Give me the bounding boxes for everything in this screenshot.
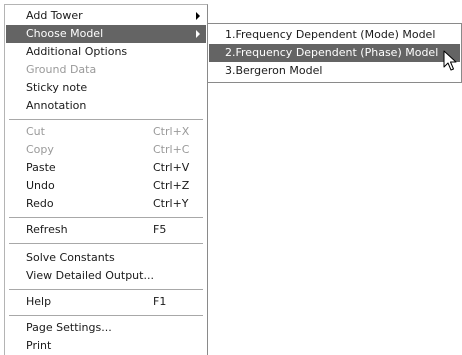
menu-item-undo[interactable]: Undo Ctrl+Z: [6, 177, 206, 195]
menu-item-shortcut: F5: [153, 223, 167, 236]
menu-item-label: Undo: [26, 179, 55, 192]
menu-item-label: Sticky note: [26, 81, 88, 94]
menu-item-help[interactable]: Help F1: [6, 293, 206, 311]
menu-item-label: Paste: [26, 161, 56, 174]
menu-item-label: Refresh: [26, 223, 68, 236]
menu-item-refresh[interactable]: Refresh F5: [6, 221, 206, 239]
menu-item-view-detailed-output[interactable]: View Detailed Output...: [6, 267, 206, 285]
menu-item-label: Add Tower: [26, 9, 83, 22]
menu-item-label: Copy: [26, 143, 54, 156]
menu-separator: [9, 315, 203, 317]
menu-item-label: Solve Constants: [26, 251, 115, 264]
submenu-arrow-icon: [196, 12, 200, 20]
menu-item-label: Page Settings...: [26, 321, 112, 334]
submenu-arrow-icon: [196, 30, 200, 38]
menu-item-redo[interactable]: Redo Ctrl+Y: [6, 195, 206, 213]
menu-item-ground-data: Ground Data: [6, 61, 206, 79]
menu-item-choose-model[interactable]: Choose Model: [6, 25, 206, 43]
menu-item-label: Print: [26, 339, 52, 352]
submenu-item-bergeron-model[interactable]: 3.Bergeron Model: [209, 62, 460, 80]
menu-item-label: View Detailed Output...: [26, 269, 154, 282]
menu-item-label: Annotation: [26, 99, 87, 112]
submenu-item-label: 1.Frequency Dependent (Mode) Model: [225, 28, 436, 41]
menu-item-label: Additional Options: [26, 45, 128, 58]
menu-item-shortcut: Ctrl+V: [153, 161, 190, 174]
submenu-item-phase-model[interactable]: 2.Frequency Dependent (Phase) Model: [209, 44, 460, 62]
menu-item-label: Choose Model: [26, 27, 104, 40]
choose-model-submenu: 1.Frequency Dependent (Mode) Model 2.Fre…: [207, 23, 462, 83]
menu-item-shortcut: Ctrl+C: [153, 143, 190, 156]
context-menu: Add Tower Choose Model Additional Option…: [4, 4, 208, 355]
menu-item-label: Help: [26, 295, 52, 308]
menu-item-additional-options[interactable]: Additional Options: [6, 43, 206, 61]
menu-separator: [9, 243, 203, 245]
menu-item-label: Ground Data: [26, 63, 97, 76]
menu-item-shortcut: Ctrl+Z: [153, 179, 190, 192]
menu-item-label: Redo: [26, 197, 54, 210]
menu-item-print[interactable]: Print: [6, 337, 206, 355]
menu-item-shortcut: Ctrl+X: [153, 125, 190, 138]
submenu-item-label: 2.Frequency Dependent (Phase) Model: [225, 46, 439, 59]
menu-item-copy: Copy Ctrl+C: [6, 141, 206, 159]
submenu-item-label: 3.Bergeron Model: [225, 64, 323, 77]
mouse-cursor-icon: [443, 50, 457, 71]
menu-item-annotation[interactable]: Annotation: [6, 97, 206, 115]
submenu-item-mode-model[interactable]: 1.Frequency Dependent (Mode) Model: [209, 26, 460, 44]
menu-separator: [9, 119, 203, 121]
menu-item-paste[interactable]: Paste Ctrl+V: [6, 159, 206, 177]
menu-separator: [9, 289, 203, 291]
menu-item-add-tower[interactable]: Add Tower: [6, 7, 206, 25]
menu-item-shortcut: F1: [153, 295, 167, 308]
menu-item-page-settings[interactable]: Page Settings...: [6, 319, 206, 337]
menu-item-label: Cut: [26, 125, 45, 138]
menu-item-solve-constants[interactable]: Solve Constants: [6, 249, 206, 267]
menu-item-shortcut: Ctrl+Y: [153, 197, 189, 210]
menu-item-sticky-note[interactable]: Sticky note: [6, 79, 206, 97]
menu-separator: [9, 217, 203, 219]
menu-item-cut: Cut Ctrl+X: [6, 123, 206, 141]
